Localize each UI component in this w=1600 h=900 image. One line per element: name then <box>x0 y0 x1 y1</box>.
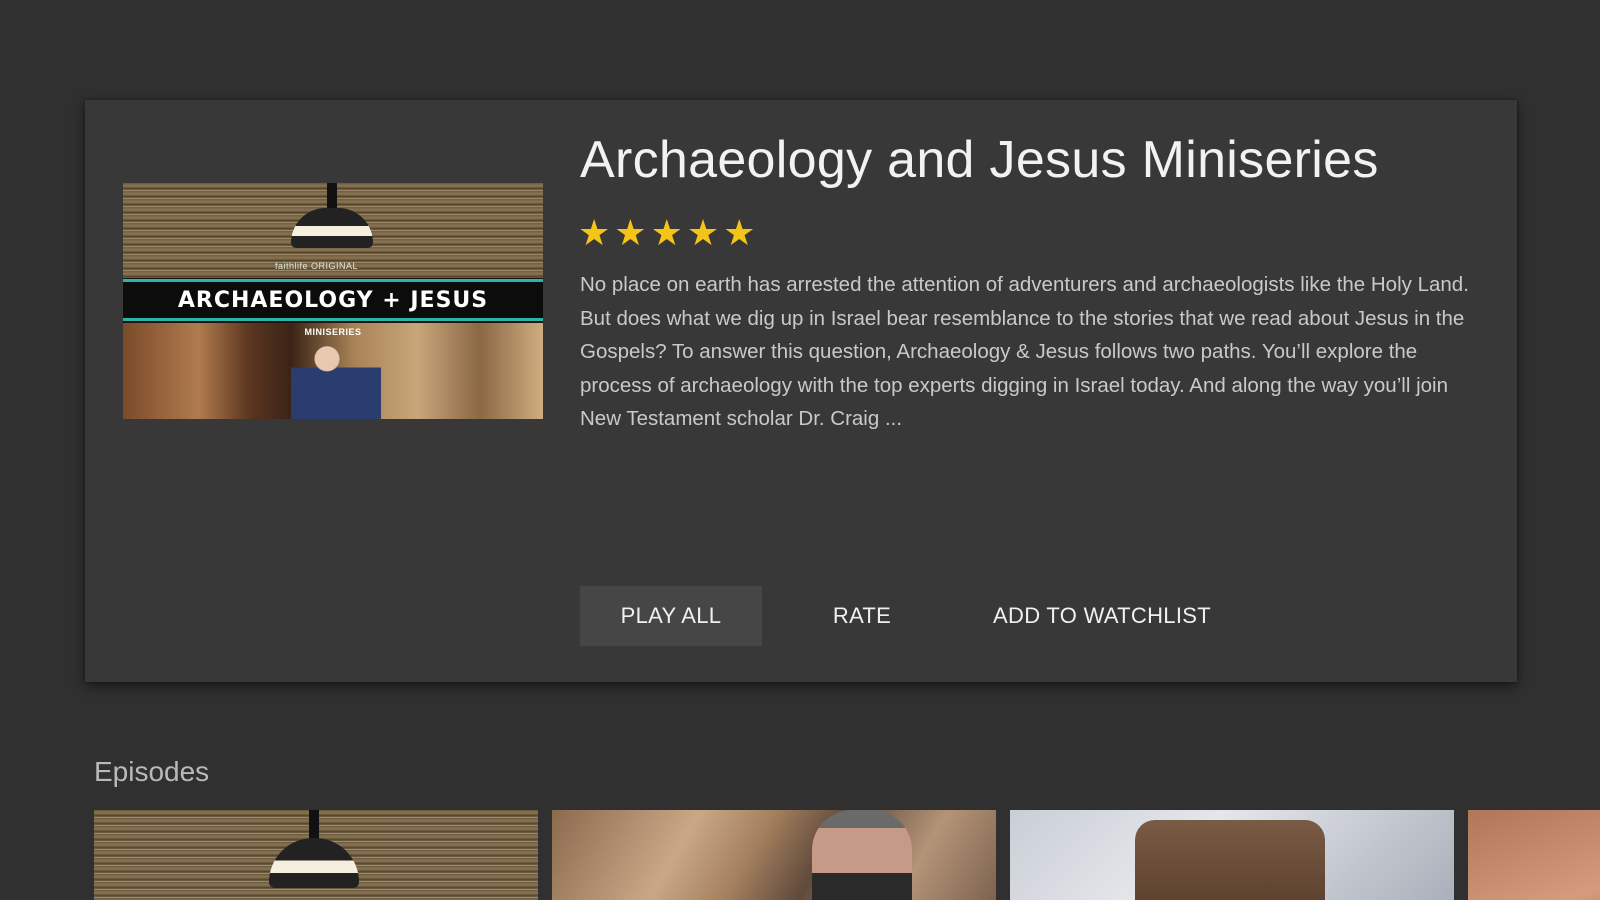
star-rating: ★ ★ ★ ★ ★ <box>578 215 755 251</box>
star-icon: ★ <box>686 212 720 253</box>
episode-card-1[interactable] <box>94 810 538 900</box>
show-detail-card: faithlife ORIGINAL ARCHAEOLOGY + JESUS M… <box>85 100 1517 682</box>
star-icon: ★ <box>578 212 611 253</box>
star-icon: ★ <box>650 212 683 253</box>
poster-lamp-stem <box>327 183 337 211</box>
episode-1-lamp-stem <box>309 810 319 840</box>
rate-button[interactable]: RATE <box>762 586 962 646</box>
episode-2-presenter <box>812 810 912 900</box>
episode-card-2[interactable] <box>552 810 996 900</box>
episode-card-3[interactable] <box>1010 810 1454 900</box>
show-title: Archaeology and Jesus Miniseries <box>580 131 1379 189</box>
poster-title-band: ARCHAEOLOGY + JESUS <box>123 279 543 321</box>
show-description: No place on earth has arrested the atten… <box>580 273 1469 430</box>
star-icon: ★ <box>614 212 647 253</box>
action-bar: PLAY ALL RATE ADD TO WATCHLIST <box>580 586 1242 646</box>
poster-figure <box>291 333 381 419</box>
episode-3-artifact <box>1135 820 1325 900</box>
play-all-button[interactable]: PLAY ALL <box>580 586 762 646</box>
star-icon: ★ <box>723 212 756 253</box>
episodes-row <box>94 810 1600 900</box>
show-poster: faithlife ORIGINAL ARCHAEOLOGY + JESUS M… <box>123 183 543 419</box>
poster-title-text: ARCHAEOLOGY + JESUS <box>177 287 489 313</box>
poster-subtitle: MINISERIES <box>304 327 362 337</box>
episode-1-lamp <box>269 838 359 888</box>
add-to-watchlist-button[interactable]: ADD TO WATCHLIST <box>962 586 1242 646</box>
episode-card-4[interactable] <box>1468 810 1600 900</box>
episodes-heading: Episodes <box>94 756 210 787</box>
poster-brand: faithlife ORIGINAL <box>275 261 359 271</box>
